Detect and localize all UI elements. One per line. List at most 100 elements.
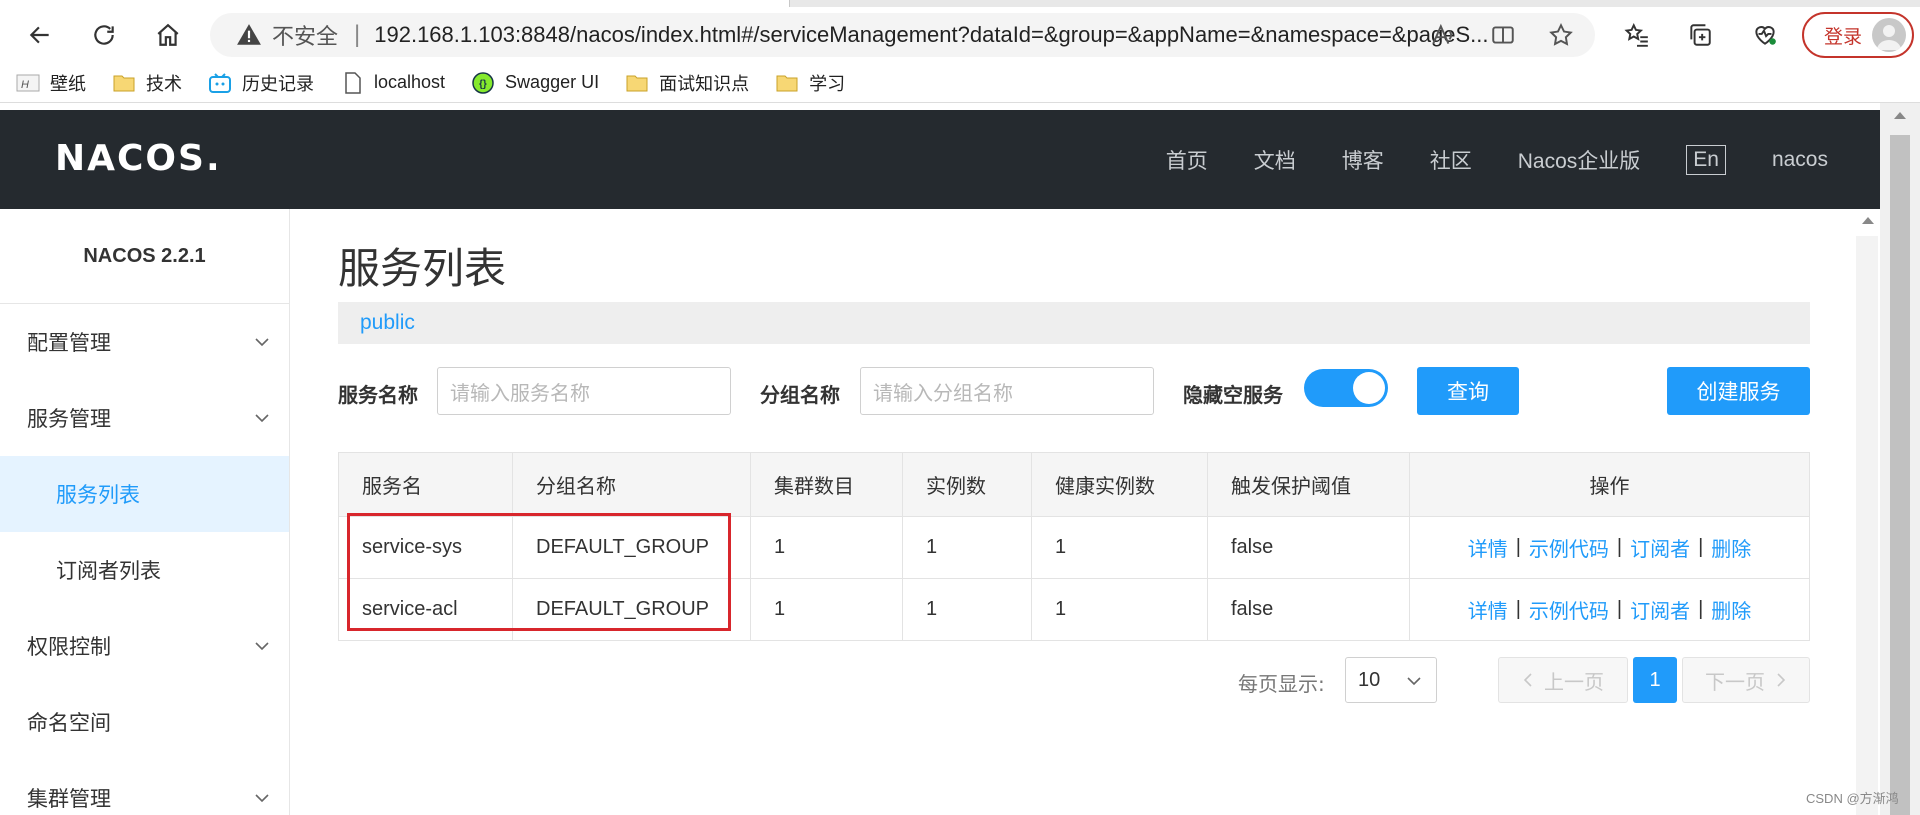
bookmark-interview[interactable]: 面试知识点 xyxy=(625,70,749,96)
sidebar-item-service-list[interactable]: 服务列表 xyxy=(0,456,289,532)
top-nav: 首页 文档 博客 社区 Nacos企业版 En nacos xyxy=(1120,110,1828,209)
favorite-star-icon[interactable] xyxy=(1548,22,1574,48)
sidebar-item-cluster[interactable]: 集群管理 xyxy=(0,760,289,815)
page-size-value: 10 xyxy=(1358,668,1381,691)
sidebar-item-namespace[interactable]: 命名空间 xyxy=(0,684,289,760)
language-switch[interactable]: En xyxy=(1686,144,1726,175)
hide-empty-label: 隐藏空服务 xyxy=(1183,383,1283,407)
login-button[interactable]: 登录 xyxy=(1802,12,1914,58)
page-number-button[interactable]: 1 xyxy=(1633,657,1677,703)
sidebar-item-subscribers[interactable]: 订阅者列表 xyxy=(0,532,289,608)
toggle-knob xyxy=(1353,372,1385,404)
svg-text:{}: {} xyxy=(479,79,487,90)
folder-icon xyxy=(626,75,648,91)
bookmark-label: Swagger UI xyxy=(505,72,600,92)
sidebar-item-label: 集群管理 xyxy=(27,787,111,811)
sample-code-link[interactable]: 示例代码 xyxy=(1529,595,1609,624)
bookmark-study[interactable]: 学习 xyxy=(775,70,845,96)
prev-page-button[interactable]: 上一页 xyxy=(1498,657,1628,703)
bookmark-wallpaper[interactable]: H 壁纸 xyxy=(16,70,86,96)
version-label: NACOS 2.2.1 xyxy=(0,209,289,304)
read-aloud-icon[interactable] xyxy=(1430,22,1456,48)
sidebar-item-config[interactable]: 配置管理 xyxy=(0,304,289,380)
chevron-down-icon xyxy=(255,794,269,803)
column-header: 实例数 xyxy=(903,453,1032,516)
favorites-list-icon[interactable] xyxy=(1617,15,1657,55)
collections-icon[interactable] xyxy=(1680,15,1720,55)
detail-link[interactable]: 详情 xyxy=(1468,533,1508,562)
page-scrollbar[interactable] xyxy=(1880,103,1920,815)
table-row: service-sys DEFAULT_GROUP 1 1 1 false 详情… xyxy=(339,516,1809,578)
home-icon[interactable] xyxy=(148,15,188,55)
bilibili-icon xyxy=(209,72,231,93)
folder-icon xyxy=(776,75,798,91)
inner-scrollbar[interactable] xyxy=(1856,236,1878,815)
inner-scroll-up-icon[interactable] xyxy=(1860,214,1876,226)
group-name-input[interactable]: 请输入分组名称 xyxy=(860,367,1154,415)
scroll-up-icon[interactable] xyxy=(1892,109,1908,121)
query-button[interactable]: 查询 xyxy=(1417,367,1519,415)
bookmark-label: 面试知识点 xyxy=(659,73,750,94)
watermark: CSDN @方渐鸿 xyxy=(1806,791,1899,806)
create-service-button[interactable]: 创建服务 xyxy=(1667,367,1810,415)
sidebar-item-service-management[interactable]: 服务管理 xyxy=(0,380,289,456)
sidebar-item-access-control[interactable]: 权限控制 xyxy=(0,608,289,684)
group-name-label: 分组名称 xyxy=(760,383,840,407)
service-name-label: 服务名称 xyxy=(338,383,418,407)
cluster-count-cell: 1 xyxy=(751,517,903,578)
browser-toolbar: 不安全 | 192.168.1.103:8848/nacos/index.htm… xyxy=(0,7,1920,63)
page-size-select[interactable]: 10 xyxy=(1345,657,1437,703)
back-icon[interactable] xyxy=(20,15,60,55)
bookmark-label: 历史记录 xyxy=(242,73,314,94)
nacos-logo[interactable]: NACOS. xyxy=(55,138,222,179)
sidebar-item-label: 订阅者列表 xyxy=(56,559,161,583)
column-header: 操作 xyxy=(1589,474,1630,498)
namespace-public[interactable]: public xyxy=(360,311,415,335)
prev-page-label: 上一页 xyxy=(1544,669,1604,694)
column-header: 集群数目 xyxy=(751,453,903,516)
page-title: 服务列表 xyxy=(338,244,507,293)
bookmark-localhost[interactable]: localhost xyxy=(340,71,446,94)
nav-blog[interactable]: 博客 xyxy=(1342,145,1384,175)
bookmark-swagger[interactable]: {} Swagger UI xyxy=(471,71,600,94)
nav-docs[interactable]: 文档 xyxy=(1254,145,1296,175)
table-row: service-acl DEFAULT_GROUP 1 1 1 false 详情… xyxy=(339,578,1809,640)
bookmark-tech[interactable]: 技术 xyxy=(112,70,182,96)
bookmark-history[interactable]: 历史记录 xyxy=(208,70,314,96)
sample-code-link[interactable]: 示例代码 xyxy=(1529,533,1609,562)
nav-home[interactable]: 首页 xyxy=(1166,145,1208,175)
split-screen-icon[interactable] xyxy=(1490,22,1516,48)
active-tab[interactable] xyxy=(0,0,790,7)
svg-text:H: H xyxy=(21,79,29,91)
subscribers-link[interactable]: 订阅者 xyxy=(1630,595,1690,624)
service-name-input[interactable]: 请输入服务名称 xyxy=(437,367,731,415)
table-header: 服务名 分组名称 集群数目 实例数 健康实例数 触发保护阈值 操作 xyxy=(339,453,1809,516)
sidebar-item-label: 配置管理 xyxy=(27,331,111,355)
refresh-icon[interactable] xyxy=(84,15,124,55)
user-name[interactable]: nacos xyxy=(1772,148,1828,172)
sidebar: NACOS 2.2.1 配置管理 服务管理 服务列表 订阅者列表 权限控制 命名… xyxy=(0,209,290,815)
subscribers-link[interactable]: 订阅者 xyxy=(1630,533,1690,562)
nacos-header: NACOS. 首页 文档 博客 社区 Nacos企业版 En nacos xyxy=(0,110,1880,209)
delete-link[interactable]: 删除 xyxy=(1711,595,1751,624)
nav-enterprise[interactable]: Nacos企业版 xyxy=(1518,145,1641,175)
next-page-button[interactable]: 下一页 xyxy=(1682,657,1810,703)
namespace-bar: public xyxy=(338,302,1810,344)
scrollbar-thumb[interactable] xyxy=(1890,135,1910,815)
sidebar-item-label: 命名空间 xyxy=(27,711,111,735)
bookmark-label: 学习 xyxy=(809,73,846,94)
nav-community[interactable]: 社区 xyxy=(1430,145,1472,175)
address-bar[interactable]: 不安全 | 192.168.1.103:8848/nacos/index.htm… xyxy=(210,13,1595,57)
bookmark-label: localhost xyxy=(374,72,446,92)
chevron-down-icon xyxy=(255,338,269,347)
detail-link[interactable]: 详情 xyxy=(1468,595,1508,624)
operations-cell: 详情 | 示例代码 | 订阅者 | 删除 xyxy=(1410,579,1809,640)
health-heart-icon[interactable] xyxy=(1745,15,1785,55)
threshold-cell: false xyxy=(1208,517,1410,578)
cluster-count-cell: 1 xyxy=(751,579,903,640)
hide-empty-toggle[interactable] xyxy=(1304,369,1388,407)
instance-count-cell: 1 xyxy=(903,579,1032,640)
url-text[interactable]: 192.168.1.103:8848/nacos/index.html#/ser… xyxy=(374,22,1488,48)
folder-icon xyxy=(113,75,135,91)
delete-link[interactable]: 删除 xyxy=(1711,533,1751,562)
